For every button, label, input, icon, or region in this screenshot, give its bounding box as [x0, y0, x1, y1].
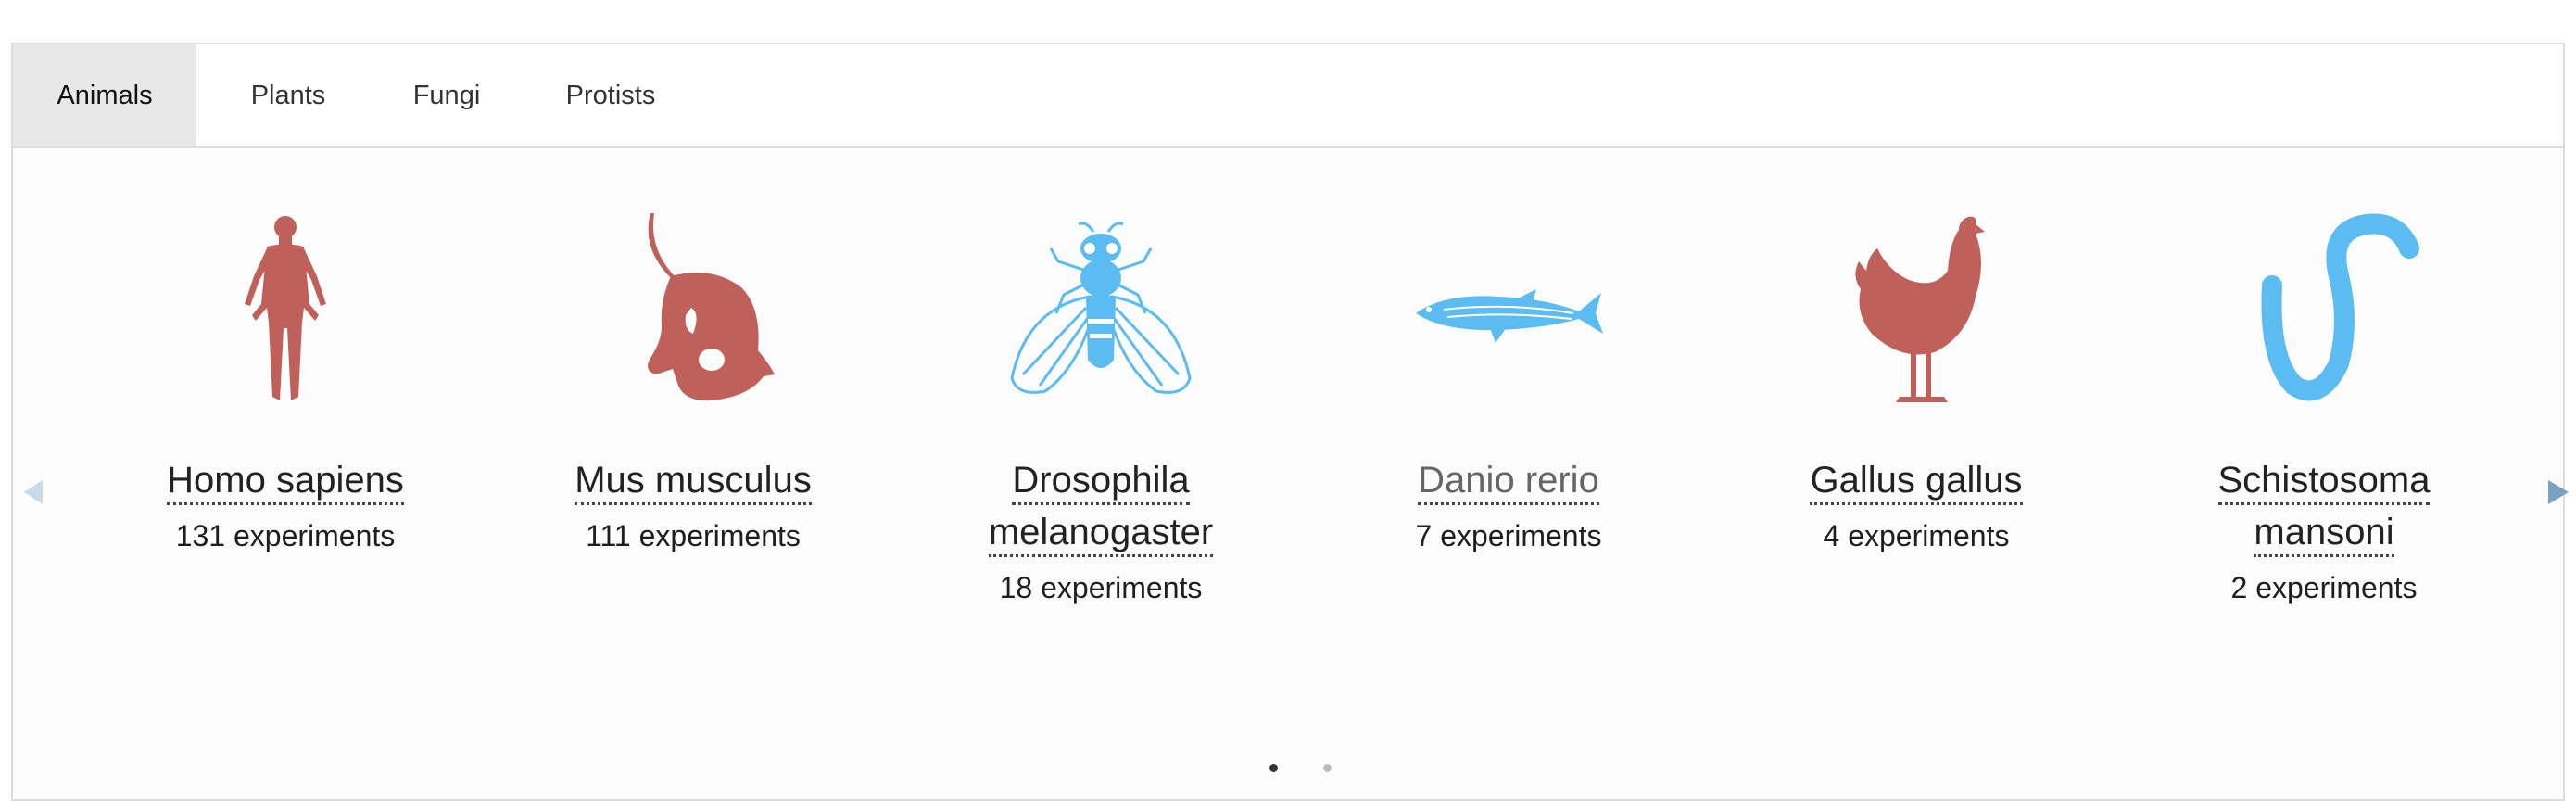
- species-name[interactable]: Homo sapiens: [82, 454, 489, 506]
- chicken-silhouette-icon: [1855, 216, 1985, 402]
- carousel-prev-arrow[interactable]: [24, 480, 43, 504]
- human-silhouette-icon: [245, 216, 326, 400]
- carousel-next-arrow[interactable]: [2548, 480, 2569, 504]
- zebrafish-icon: [1416, 289, 1603, 343]
- species-card-schistosoma-mansoni[interactable]: Schistosoma mansoni 2 experiments: [2120, 211, 2528, 606]
- species-name[interactable]: Schistosoma mansoni: [2120, 454, 2528, 558]
- tab-protists[interactable]: Protists: [523, 44, 699, 146]
- experiment-count: 18 experiments: [999, 571, 1203, 604]
- experiment-count: 111 experiments: [586, 519, 801, 552]
- species-card-drosophila-melanogaster[interactable]: Drosophila melanogaster 18 experiments: [897, 211, 1305, 606]
- tab-fungi[interactable]: Fungi: [371, 44, 523, 146]
- species-card-homo-sapiens[interactable]: Homo sapiens 131 experiments: [82, 211, 489, 554]
- tab-plants[interactable]: Plants: [196, 44, 380, 146]
- fly-icon: [1010, 222, 1192, 394]
- carousel-page-dot-2[interactable]: [1323, 764, 1332, 772]
- experiment-count: 7 experiments: [1415, 519, 1602, 552]
- carousel-page-dot-1[interactable]: [1269, 764, 1278, 772]
- mouse-silhouette-icon: [648, 213, 775, 401]
- species-name[interactable]: Gallus gallus: [1712, 454, 2120, 506]
- experiment-count: 2 experiments: [2230, 571, 2418, 604]
- species-panel: Animals Plants Fungi Protists Homo sapie…: [11, 43, 2569, 801]
- kingdom-tab-bar: Animals Plants Fungi Protists: [13, 44, 2563, 148]
- species-name[interactable]: Mus musculus: [489, 454, 897, 506]
- species-name[interactable]: Danio rerio: [1305, 454, 1712, 506]
- species-card-gallus-gallus[interactable]: Gallus gallus 4 experiments: [1712, 211, 2120, 554]
- experiment-count: 131 experiments: [175, 519, 396, 552]
- species-card-mus-musculus[interactable]: Mus musculus 111 experiments: [489, 211, 897, 554]
- tab-animals[interactable]: Animals: [13, 44, 196, 146]
- experiment-count: 4 experiments: [1823, 519, 2010, 552]
- species-card-danio-rerio[interactable]: Danio rerio 7 experiments: [1305, 211, 1712, 554]
- species-name[interactable]: Drosophila melanogaster: [897, 454, 1305, 558]
- worm-icon: [2261, 213, 2419, 401]
